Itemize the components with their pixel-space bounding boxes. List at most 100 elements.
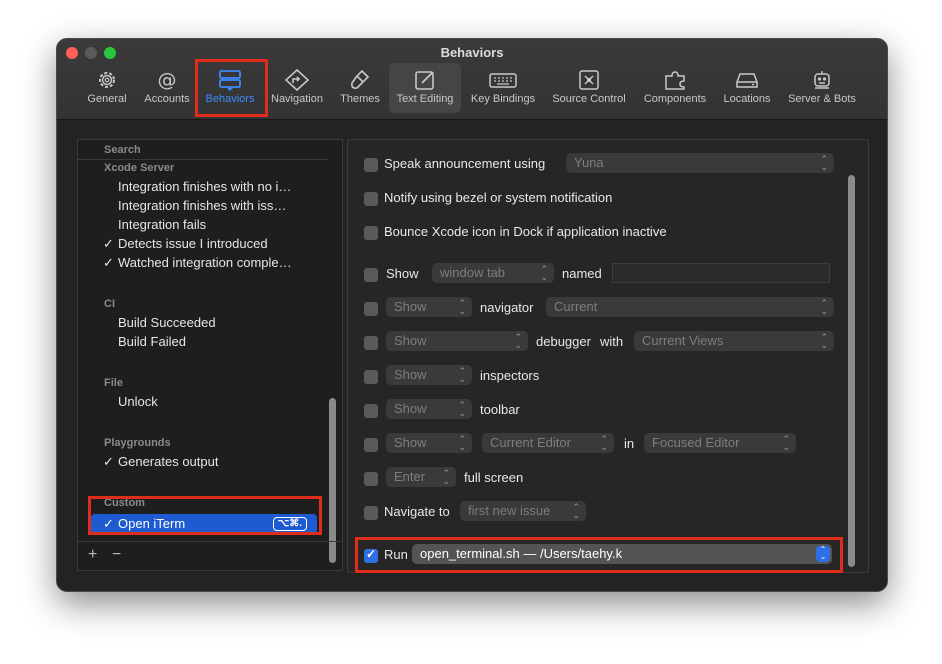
fullscreen-checkbox[interactable]: [364, 472, 378, 486]
named-label: named: [562, 266, 602, 281]
inspectors-show-select[interactable]: Show ⌃ ⌄: [386, 365, 472, 385]
show-tab-checkbox[interactable]: [364, 268, 378, 282]
tab-themes[interactable]: Themes: [334, 63, 386, 113]
tab-general-label: General: [87, 93, 127, 105]
list-scrollbar[interactable]: [329, 398, 336, 563]
debugger-views-value: Current Views: [642, 333, 724, 348]
svg-text:@: @: [158, 69, 177, 91]
checkmark-icon: ✓: [103, 255, 114, 270]
tab-source-control[interactable]: Source Control: [546, 63, 632, 113]
tab-locations[interactable]: Locations: [717, 63, 777, 113]
list-footer: + −: [78, 541, 342, 570]
tab-accounts[interactable]: @ Accounts: [139, 63, 195, 113]
robot-icon: [814, 71, 830, 89]
list-item[interactable]: Integration fails: [118, 217, 306, 232]
tab-server-bots[interactable]: Server & Bots: [783, 63, 861, 113]
list-item[interactable]: Build Succeeded: [118, 315, 306, 330]
drive-icon: [736, 73, 758, 88]
tab-navigation-label: Navigation: [271, 93, 323, 105]
stepper-chevron-icon: ⌃ ⌄: [820, 332, 828, 350]
group-ci: CI: [104, 298, 115, 310]
notify-checkbox[interactable]: [364, 192, 378, 206]
tab-locations-label: Locations: [723, 93, 771, 105]
list-item[interactable]: Generates output: [118, 454, 306, 469]
stepper-chevron-icon: ⌃ ⌄: [820, 298, 828, 316]
tab-source-control-label: Source Control: [552, 93, 626, 105]
navigator-checkbox[interactable]: [364, 302, 378, 316]
tab-name-field[interactable]: [612, 263, 830, 283]
toolbar-show-select[interactable]: Show ⌃ ⌄: [386, 399, 472, 419]
stepper-chevron-icon: ⌃ ⌄: [540, 264, 548, 282]
editor-select[interactable]: Current Editor ⌃ ⌄: [482, 433, 614, 453]
window-title: Behaviors: [440, 45, 504, 60]
remove-behavior-button[interactable]: −: [112, 546, 121, 564]
tab-key-bindings[interactable]: Key Bindings: [466, 63, 540, 113]
inspectors-show-value: Show: [394, 367, 427, 382]
highlight-box-behaviors-tab: [195, 59, 268, 117]
stepper-chevron-icon: ⌃ ⌄: [458, 298, 466, 316]
list-item[interactable]: Integration finishes with no i…: [118, 179, 306, 194]
stepper-chevron-icon: ⌃ ⌄: [820, 154, 828, 172]
tab-text-editing-label: Text Editing: [396, 93, 454, 105]
settings-scrollbar[interactable]: [848, 175, 855, 567]
voice-select-value: Yuna: [574, 155, 604, 170]
group-xcode-server: Xcode Server: [104, 162, 175, 174]
list-divider: [78, 159, 328, 160]
toolbar-checkbox[interactable]: [364, 404, 378, 418]
stepper-chevron-icon: ⌃ ⌄: [514, 332, 522, 350]
stepper-chevron-icon: ⌃ ⌄: [458, 434, 466, 452]
puzzle-icon: [665, 71, 685, 90]
editor-target-select[interactable]: Focused Editor ⌃ ⌄: [644, 433, 796, 453]
debugger-show-value: Show: [394, 333, 427, 348]
checkmark-icon: ✓: [103, 236, 114, 251]
title-bar: Behaviors General @ Accounts Behaviors N…: [57, 39, 887, 120]
navigator-show-select[interactable]: Show ⌃ ⌄: [386, 297, 472, 317]
editor-checkbox[interactable]: [364, 438, 378, 452]
navigate-select[interactable]: first new issue ⌃ ⌄: [460, 501, 586, 521]
tab-components[interactable]: Components: [637, 63, 713, 113]
toolbar-show-value: Show: [394, 401, 427, 416]
list-item[interactable]: Unlock: [118, 394, 306, 409]
add-behavior-button[interactable]: +: [88, 546, 97, 564]
tab-text-editing[interactable]: Text Editing: [389, 63, 461, 113]
tab-server-bots-label: Server & Bots: [788, 93, 856, 105]
navigator-label: navigator: [480, 300, 534, 315]
fullscreen-label: full screen: [464, 470, 524, 485]
navigate-label: Navigate to: [384, 504, 450, 519]
list-item[interactable]: Watched integration comple…: [118, 255, 306, 270]
speak-checkbox[interactable]: [364, 158, 378, 172]
keyboard-icon: [489, 73, 517, 88]
text-editing-icon: [415, 71, 434, 90]
list-item[interactable]: Integration finishes with iss…: [118, 198, 306, 213]
group-search: Search: [104, 144, 141, 156]
editor-target-value: Focused Editor: [652, 435, 740, 450]
editor-show-select[interactable]: Show ⌃ ⌄: [386, 433, 472, 453]
editor-show-value: Show: [394, 435, 427, 450]
navigator-select[interactable]: Current ⌃ ⌄: [546, 297, 834, 317]
stepper-chevron-icon: ⌃ ⌄: [782, 434, 790, 452]
debugger-checkbox[interactable]: [364, 336, 378, 350]
stepper-chevron-icon: ⌃ ⌄: [442, 468, 450, 486]
list-item[interactable]: Build Failed: [118, 334, 306, 349]
tab-navigation[interactable]: Navigation: [266, 63, 328, 113]
bounce-checkbox[interactable]: [364, 226, 378, 240]
debugger-show-select[interactable]: Show ⌃ ⌄: [386, 331, 528, 351]
notify-label: Notify using bezel or system notificatio…: [384, 190, 613, 205]
source-control-icon: [579, 70, 599, 90]
toolbar-label: toolbar: [480, 402, 520, 417]
debugger-views-select[interactable]: Current Views ⌃ ⌄: [634, 331, 834, 351]
stepper-chevron-icon: ⌃ ⌄: [600, 434, 608, 452]
show-in-value: window tab: [440, 265, 506, 280]
behavior-settings: Speak announcement using Yuna ⌃ ⌄ Notify …: [347, 139, 869, 573]
show-label: Show: [386, 266, 419, 281]
show-in-select[interactable]: window tab ⌃ ⌄: [432, 263, 554, 283]
fullscreen-select[interactable]: Enter ⌃ ⌄: [386, 467, 456, 487]
voice-select[interactable]: Yuna ⌃ ⌄: [566, 153, 834, 173]
tab-general[interactable]: General: [81, 63, 133, 113]
tab-accounts-label: Accounts: [144, 93, 190, 105]
group-playgrounds: Playgrounds: [104, 437, 171, 449]
inspectors-checkbox[interactable]: [364, 370, 378, 384]
navigate-checkbox[interactable]: [364, 506, 378, 520]
inspectors-label: inspectors: [480, 368, 540, 383]
list-item[interactable]: Detects issue I introduced: [118, 236, 306, 251]
